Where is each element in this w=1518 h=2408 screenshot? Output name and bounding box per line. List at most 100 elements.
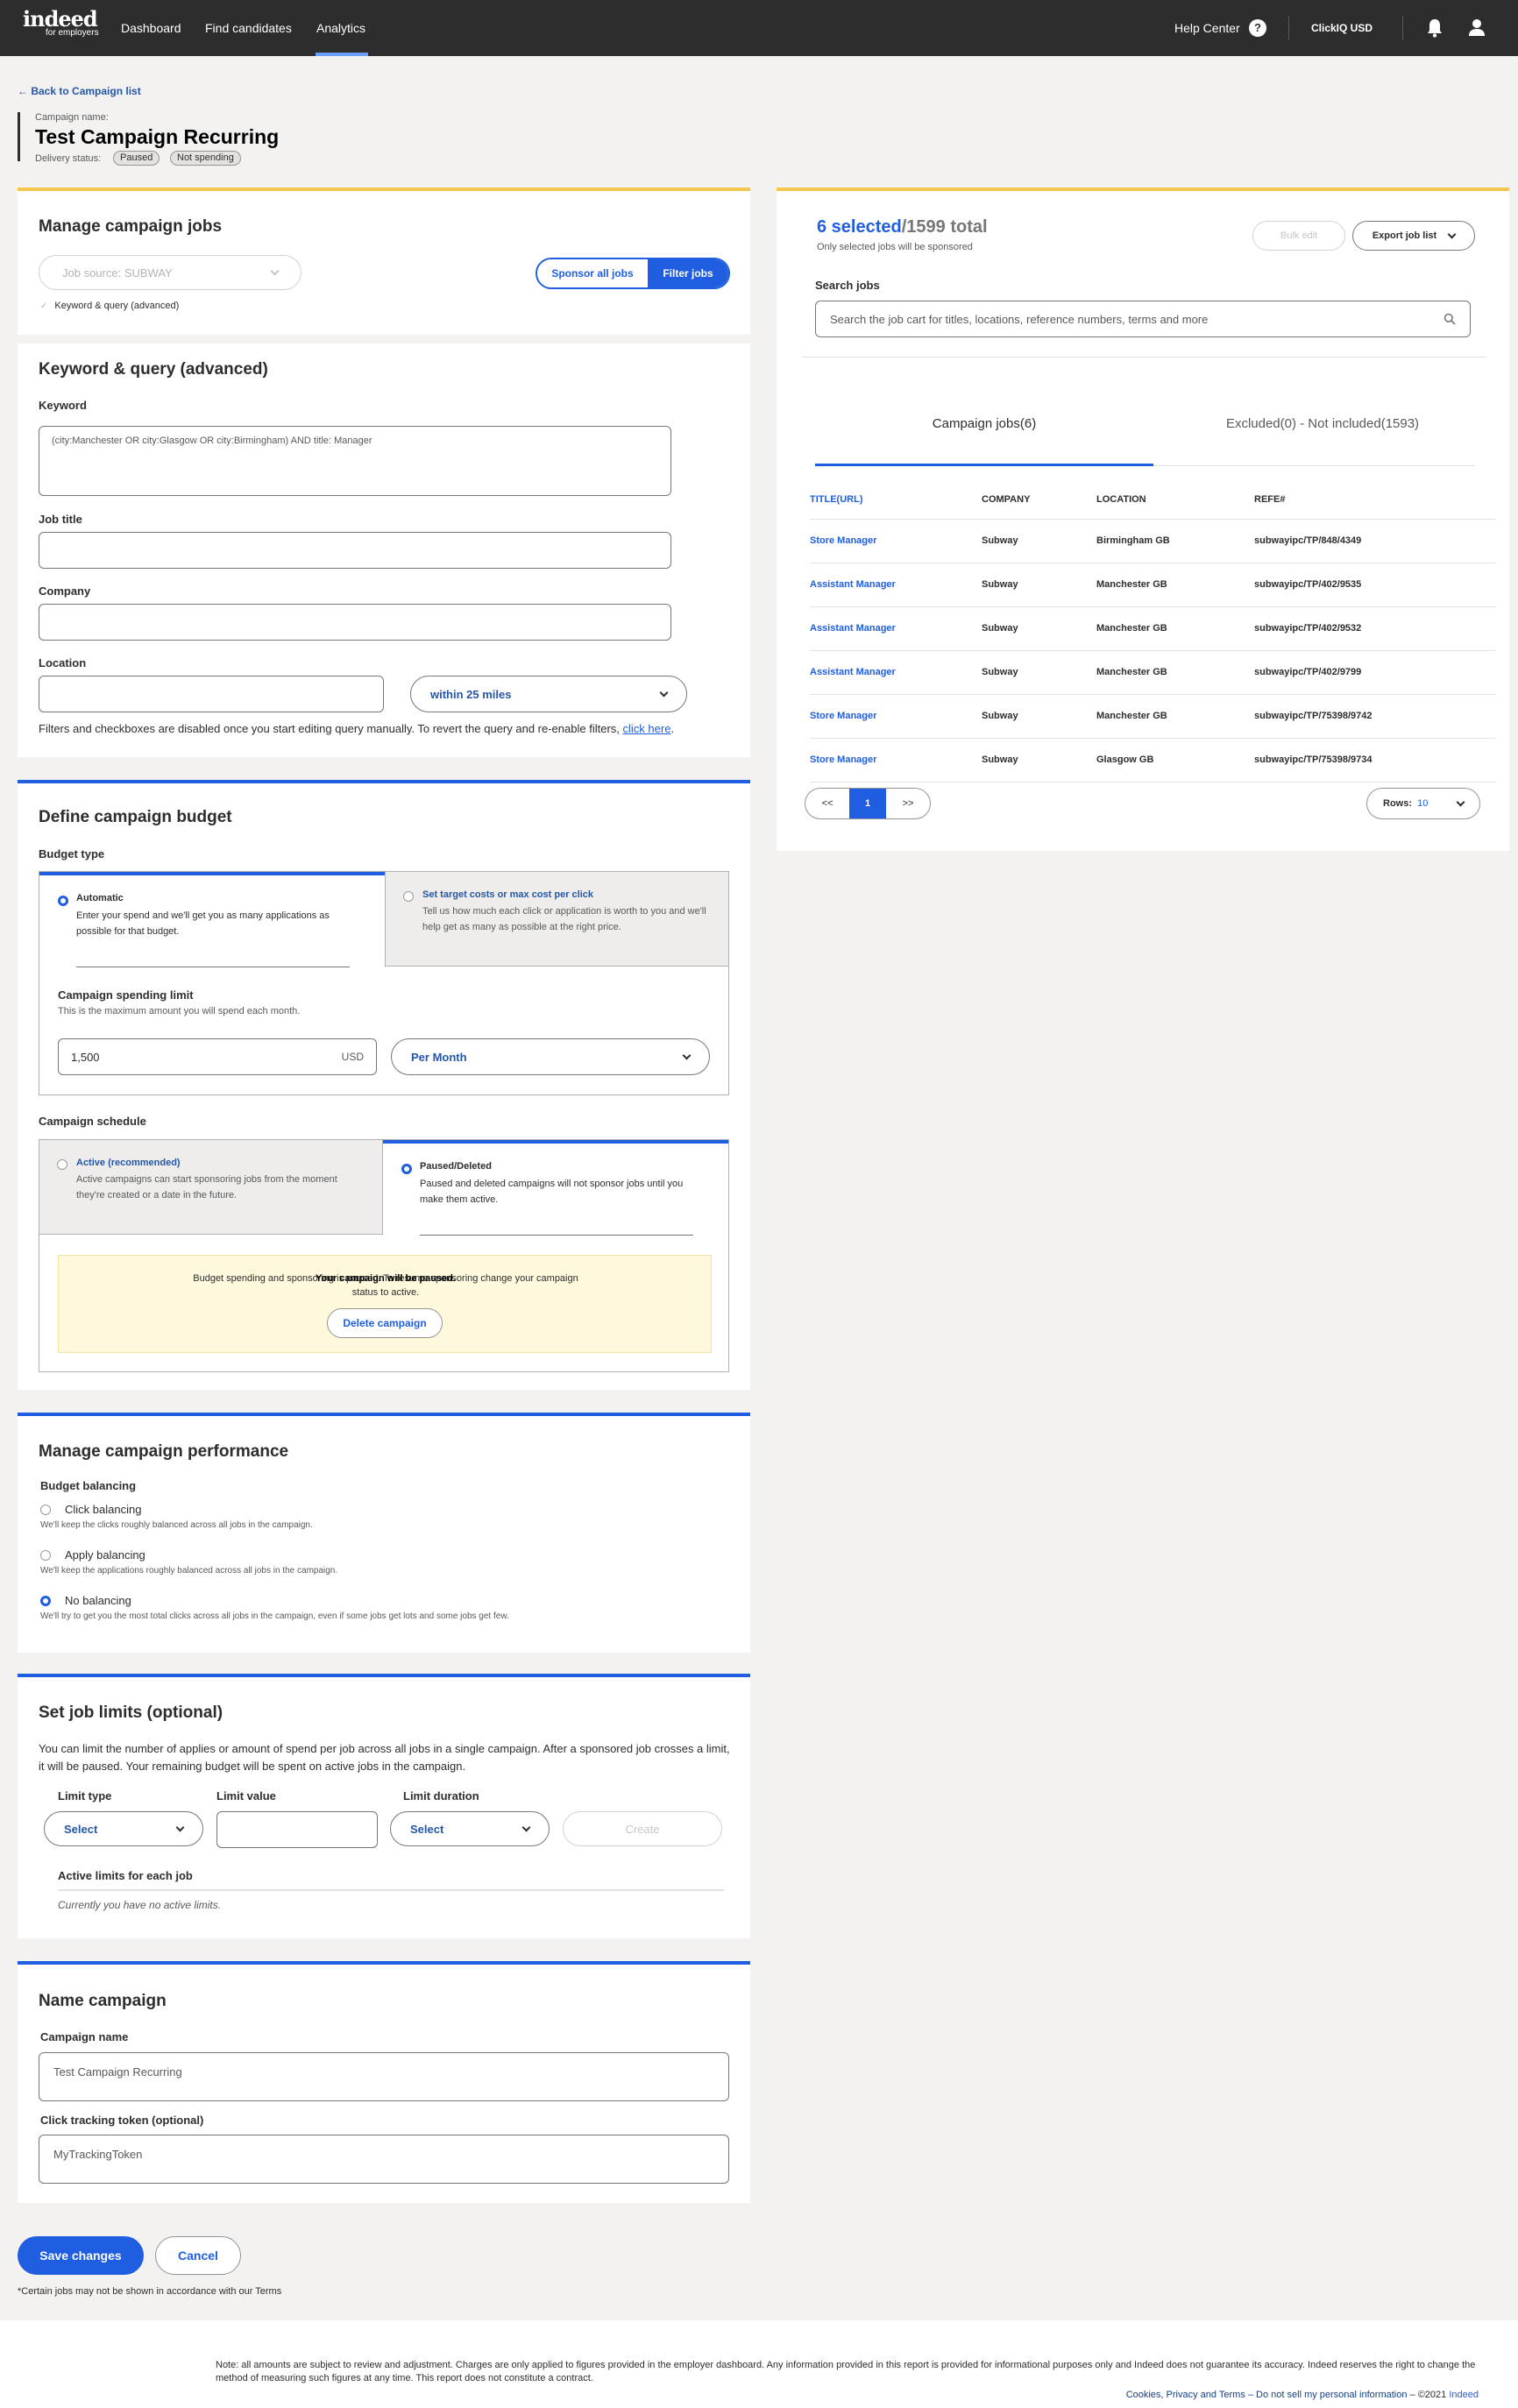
user-icon[interactable]	[1468, 18, 1486, 38]
back-link[interactable]: ← Back to Campaign list	[18, 85, 141, 97]
keyword-textarea[interactable]: (city:Manchester OR city:Glasgow OR city…	[39, 426, 671, 496]
target-radio	[403, 891, 414, 902]
create-limit-button[interactable]: Create	[563, 1811, 722, 1846]
apply-balancing-desc: We'll keep the applications roughly bala…	[40, 1566, 338, 1576]
sponsor-all-jobs-button[interactable]: Sponsor all jobs	[537, 259, 648, 287]
location-input[interactable]	[39, 676, 384, 712]
job-company: Subway	[982, 711, 1018, 721]
limit-type-select[interactable]: Select	[44, 1811, 203, 1846]
help-center-link[interactable]: Help Center	[1174, 21, 1240, 35]
job-title-link[interactable]: Assistant Manager	[810, 563, 982, 606]
balancing-option-apply[interactable]: Apply balancing We'll keep the applicati…	[40, 1548, 724, 1576]
footer-privacy-links[interactable]: Cookies, Privacy and Terms – Do not sell…	[1126, 2390, 1408, 2400]
tracking-token-input[interactable]: MyTrackingToken	[39, 2135, 729, 2184]
radius-select-value: within 25 miles	[430, 687, 512, 701]
account-menu[interactable]: ClickIQ USD	[1311, 22, 1373, 34]
budget-target-option[interactable]: Set target costs or max cost per click T…	[385, 872, 728, 967]
active-limits-divider	[58, 1889, 724, 1891]
nav-divider-2	[1402, 16, 1403, 40]
pager-page-1[interactable]: 1	[849, 789, 886, 818]
nav-dashboard[interactable]: Dashboard	[121, 21, 181, 35]
click-balancing-radio	[40, 1505, 51, 1515]
budget-card: Define campaign budget Budget type Autom…	[18, 780, 750, 1390]
cancel-button[interactable]: Cancel	[155, 2236, 241, 2275]
job-title-link[interactable]: Assistant Manager	[810, 606, 982, 650]
tab-campaign-jobs[interactable]: Campaign jobs(6)	[815, 416, 1153, 431]
spend-amount-value: 1,500	[71, 1050, 100, 1064]
performance-card: Manage campaign performance Budget balan…	[18, 1413, 750, 1653]
notice-overlay-text: Your campaign will be paused.	[316, 1273, 456, 1284]
status-badge-not-spending: Not spending	[170, 151, 241, 166]
apply-balancing-radio	[40, 1550, 51, 1561]
campaign-name-input[interactable]: Test Campaign Recurring	[39, 2052, 729, 2101]
total-count-value: /1599 total	[901, 217, 988, 237]
spend-period-select[interactable]: Per Month	[391, 1038, 710, 1075]
job-reference: subwayipc/TP/402/9535	[1254, 579, 1362, 590]
selected-count-value: 6 selected	[817, 217, 902, 237]
spend-period-value: Per Month	[411, 1050, 467, 1064]
radius-select[interactable]: within 25 miles	[410, 676, 687, 712]
schedule-active-option[interactable]: Active (recommended) Active campaigns ca…	[39, 1140, 383, 1235]
job-title-link[interactable]: Store Manager	[810, 738, 982, 782]
jobs-table-header: TITLE(URL) COMPANY LOCATION REFE#	[810, 480, 1495, 519]
job-limits-title: Set job limits (optional)	[39, 1703, 223, 1722]
pager-next-button[interactable]: >>	[886, 789, 930, 818]
nav-analytics[interactable]: Analytics	[316, 21, 365, 35]
delete-campaign-button[interactable]: Delete campaign	[327, 1308, 443, 1338]
schedule-paused-option[interactable]: Paused/Deleted Paused and deleted campai…	[383, 1140, 728, 1236]
paused-notice: Budget spending and sponsoring is paused…	[58, 1255, 712, 1353]
no-balancing-desc: We'll try to get you the most total clic…	[40, 1611, 509, 1621]
budget-balancing-label: Budget balancing	[40, 1479, 137, 1492]
chevron-down-icon	[659, 688, 669, 697]
paused-underline	[420, 1235, 693, 1236]
limit-duration-select[interactable]: Select	[390, 1811, 550, 1846]
bell-icon[interactable]	[1426, 18, 1444, 38]
manage-jobs-card: Manage campaign jobs Job source: SUBWAY …	[18, 188, 750, 757]
budget-type-label: Budget type	[39, 847, 105, 861]
export-job-list-button[interactable]: Export job list	[1352, 221, 1475, 251]
bulk-edit-button[interactable]: Bulk edit	[1252, 221, 1345, 251]
tracking-token-input-value: MyTrackingToken	[53, 2148, 143, 2161]
table-row: Store Manager Subway Manchester GB subwa…	[810, 694, 1495, 738]
search-jobs-input[interactable]: Search the job cart for titles, location…	[815, 301, 1471, 337]
rows-label: Rows:	[1383, 798, 1412, 809]
tab-excluded[interactable]: Excluded(0) - Not included(1593)	[1153, 416, 1492, 431]
limit-type-value: Select	[64, 1822, 98, 1836]
chevron-down-icon	[1456, 797, 1465, 806]
limit-value-input[interactable]	[216, 1811, 378, 1848]
spend-amount-input[interactable]: 1,500 USD	[58, 1038, 377, 1075]
job-source-select[interactable]: Job source: SUBWAY	[39, 255, 301, 290]
budget-automatic-option[interactable]: Automatic Enter your spend and we'll get…	[39, 872, 385, 967]
rows-value: 10	[1417, 798, 1429, 809]
job-location: Manchester GB	[1096, 623, 1167, 634]
save-changes-button[interactable]: Save changes	[18, 2236, 144, 2275]
footer-brand-link[interactable]: Indeed	[1449, 2390, 1479, 2400]
top-nav: indeed for employers Dashboard Find cand…	[0, 0, 1518, 56]
col-location: LOCATION	[1096, 493, 1146, 505]
company-input[interactable]	[39, 604, 671, 641]
job-title-link[interactable]: Store Manager	[810, 694, 982, 738]
rows-per-page-select[interactable]: Rows: 10	[1366, 788, 1480, 819]
pager-prev-button[interactable]: <<	[805, 789, 849, 818]
nav-find-candidates[interactable]: Find candidates	[205, 21, 292, 35]
location-label: Location	[39, 656, 87, 669]
job-title-link[interactable]: Store Manager	[810, 519, 982, 563]
jobs-panel-card: 6 selected/1599 total Only selected jobs…	[777, 188, 1509, 851]
balancing-option-click[interactable]: Click balancing We'll keep the clicks ro…	[40, 1503, 724, 1530]
footer-copyright: – ©2021	[1409, 2390, 1447, 2400]
limit-value-label: Limit value	[216, 1789, 276, 1802]
click-here-link[interactable]: click here	[623, 722, 671, 735]
job-title-link[interactable]: Assistant Manager	[810, 650, 982, 694]
indeed-logo[interactable]: indeed for employers	[23, 9, 99, 39]
keyword-query-checkbox-label: Keyword & query (advanced)	[54, 301, 180, 311]
col-title[interactable]: TITLE(URL)	[810, 480, 982, 519]
help-icon[interactable]: ?	[1249, 19, 1266, 37]
paused-title: Paused/Deleted	[420, 1161, 492, 1172]
keyword-query-checkbox[interactable]: ✓ Keyword & query (advanced)	[40, 301, 179, 311]
job-source-value: Job source: SUBWAY	[62, 266, 173, 280]
job-title-input[interactable]	[39, 532, 671, 569]
filter-jobs-button[interactable]: Filter jobs	[648, 259, 728, 287]
balancing-option-none[interactable]: No balancing We'll try to get you the mo…	[40, 1594, 724, 1621]
filter-note: Filters and checkboxes are disabled once…	[39, 722, 731, 735]
campaign-name-label: Campaign name:	[35, 112, 109, 123]
